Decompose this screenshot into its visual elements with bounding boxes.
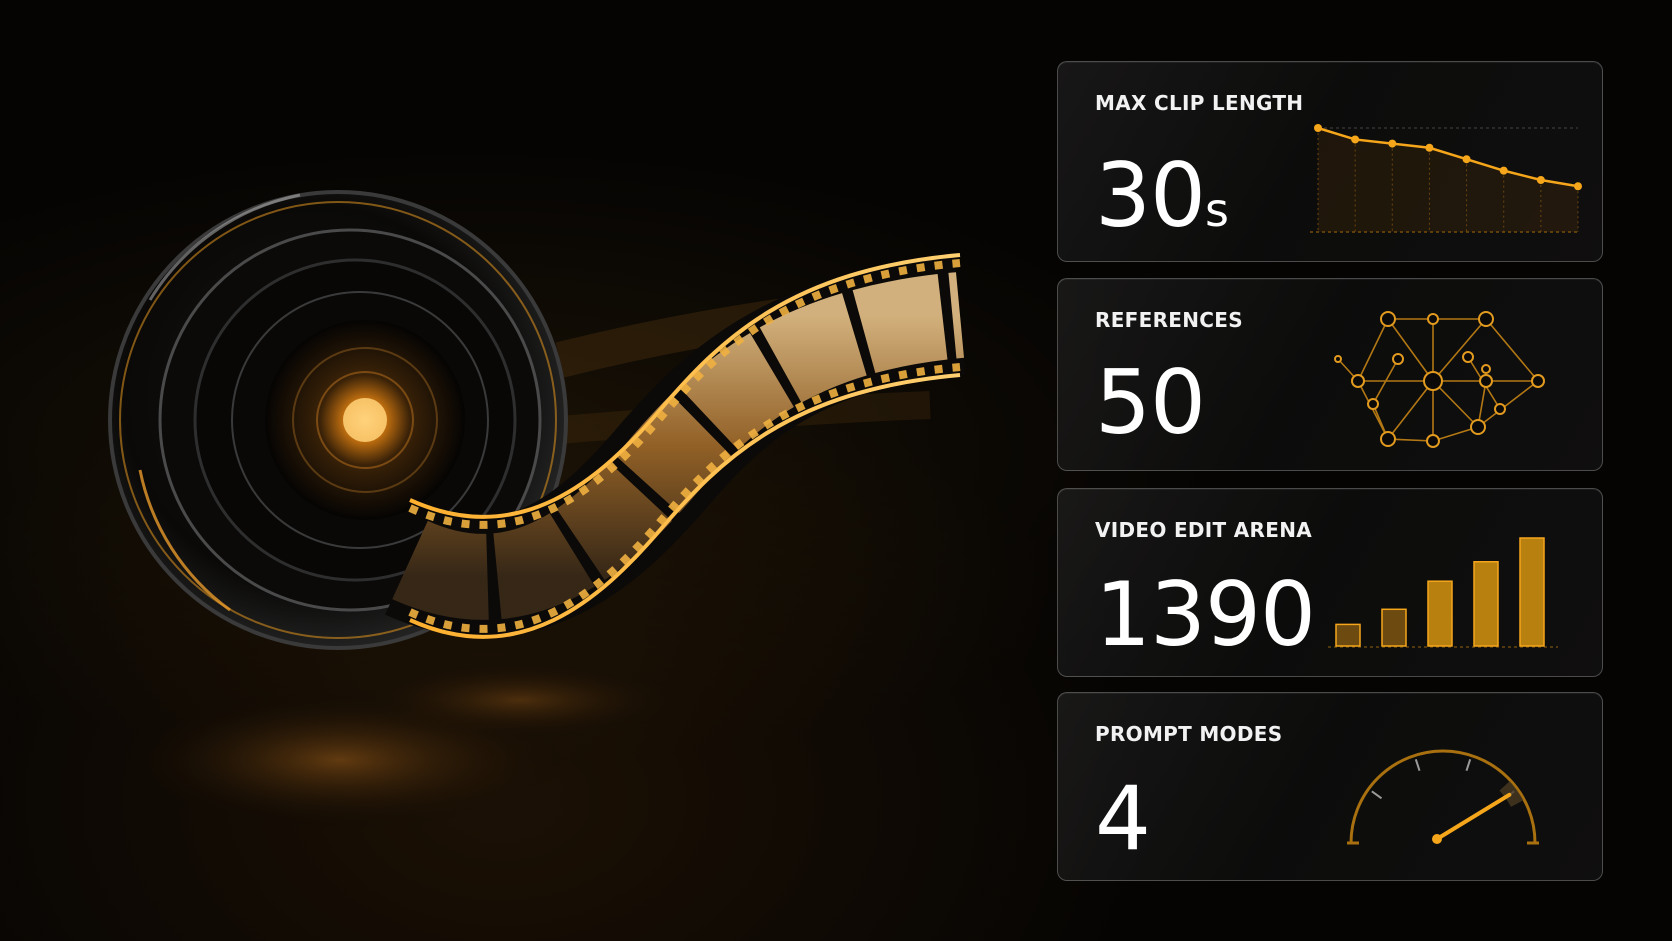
trend-point	[1462, 155, 1471, 164]
trend-point	[1351, 135, 1360, 144]
stat-value: 50	[1095, 359, 1206, 447]
stat-label: PROMPT MODES	[1095, 722, 1283, 746]
bar-chart-icon	[1328, 537, 1558, 648]
gauge-hub	[1432, 834, 1442, 844]
network-graph-icon	[1334, 311, 1545, 448]
bar	[1519, 537, 1545, 647]
stat-card-video-edit-arena: VIDEO EDIT ARENA 1390	[1057, 488, 1603, 677]
trend-point	[1499, 166, 1508, 175]
bar	[1473, 561, 1499, 647]
stat-label: REFERENCES	[1095, 308, 1243, 332]
bar	[1335, 623, 1361, 647]
bar	[1427, 580, 1453, 647]
camera-lens-film-illustration	[108, 190, 966, 830]
stat-value: 1390	[1095, 571, 1316, 659]
stat-card-prompt-modes: PROMPT MODES 4	[1057, 692, 1603, 881]
gauge-icon	[1347, 749, 1539, 845]
trend-point	[1314, 124, 1322, 132]
stat-number: 4	[1095, 767, 1151, 870]
gauge-tick	[1371, 790, 1383, 800]
gauge-tick	[1465, 758, 1472, 772]
stat-label: VIDEO EDIT ARENA	[1095, 518, 1313, 542]
stat-number: 30	[1095, 144, 1206, 247]
trend-point	[1536, 176, 1545, 184]
stat-value: 30s	[1095, 152, 1229, 240]
stat-unit: s	[1204, 183, 1229, 237]
stat-label: MAX CLIP LENGTH	[1095, 91, 1304, 115]
stat-card-max-clip-length: MAX CLIP LENGTH 30s	[1057, 61, 1603, 262]
stat-card-references: REFERENCES 50	[1057, 278, 1603, 471]
stat-number: 1390	[1095, 563, 1316, 666]
bar	[1381, 608, 1407, 647]
trend-point	[1574, 182, 1582, 191]
trend-point	[1388, 139, 1397, 148]
gauge-needle	[1435, 792, 1512, 841]
stat-number: 50	[1095, 351, 1206, 454]
gauge-tick	[1414, 758, 1421, 772]
declining-line-chart-icon	[1310, 124, 1582, 233]
stat-value: 4	[1095, 775, 1151, 863]
trend-point	[1425, 143, 1434, 152]
